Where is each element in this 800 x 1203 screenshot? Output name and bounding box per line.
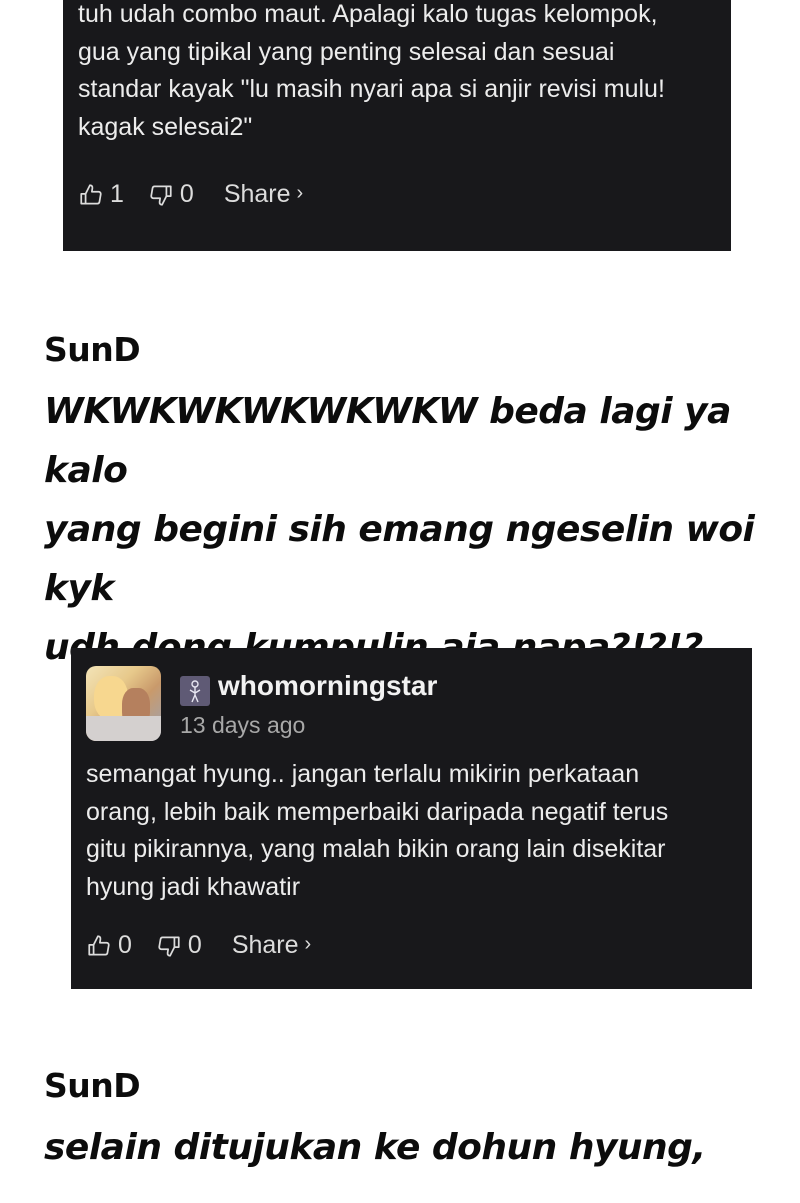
share-label: Share: [231, 931, 299, 959]
like-button[interactable]: 1: [78, 180, 124, 209]
chevron-right-icon: ›: [296, 182, 304, 204]
chevron-right-icon: ›: [304, 933, 312, 955]
share-button[interactable]: Share ›: [224, 180, 303, 209]
thumbs-down-icon: [158, 935, 180, 957]
dislike-count: 0: [187, 931, 202, 959]
caption-block: SunD selain ditujukan ke dohun hyung,: [44, 1066, 764, 1177]
comment-actions: 0 0 Share ›: [86, 931, 311, 960]
avatar[interactable]: [86, 666, 161, 741]
share-button[interactable]: Share ›: [232, 931, 311, 960]
dislike-count: 0: [179, 180, 194, 208]
share-label: Share: [223, 180, 291, 208]
caption-author: SunD: [44, 1066, 141, 1105]
comment-card-top: tuh udah combo maut. Apalagi kalo tugas …: [63, 0, 731, 251]
like-count: 1: [110, 180, 124, 208]
thumbs-down-icon: [150, 184, 172, 206]
caption-block: SunD WKWKWKWKWKWKW beda lagi ya kalo yan…: [44, 330, 764, 677]
dislike-button[interactable]: 0: [148, 180, 194, 209]
like-button[interactable]: 0: [86, 931, 132, 960]
thumbs-up-icon: [88, 934, 110, 956]
comment-actions: 1 0 Share ›: [78, 180, 303, 209]
zodiac-badge-icon: [180, 676, 210, 706]
comment-text: semangat hyung.. jangan terlalu mikirin …: [86, 760, 669, 901]
timestamp: 13 days ago: [180, 712, 306, 738]
dislike-button[interactable]: 0: [156, 931, 202, 960]
caption-text: selain ditujukan ke dohun hyung,: [44, 1127, 706, 1168]
like-count: 0: [118, 931, 132, 959]
comment-text: tuh udah combo maut. Apalagi kalo tugas …: [78, 0, 665, 141]
caption-author: SunD: [44, 330, 141, 369]
caption-text: WKWKWKWKWKWKW beda lagi ya kalo yang beg…: [44, 391, 755, 668]
avatar-shape: [86, 716, 161, 741]
thumbs-up-icon: [80, 183, 102, 205]
username[interactable]: whomorningstar: [218, 670, 437, 702]
comment-card-bottom: whomorningstar 13 days ago semangat hyun…: [71, 648, 752, 989]
